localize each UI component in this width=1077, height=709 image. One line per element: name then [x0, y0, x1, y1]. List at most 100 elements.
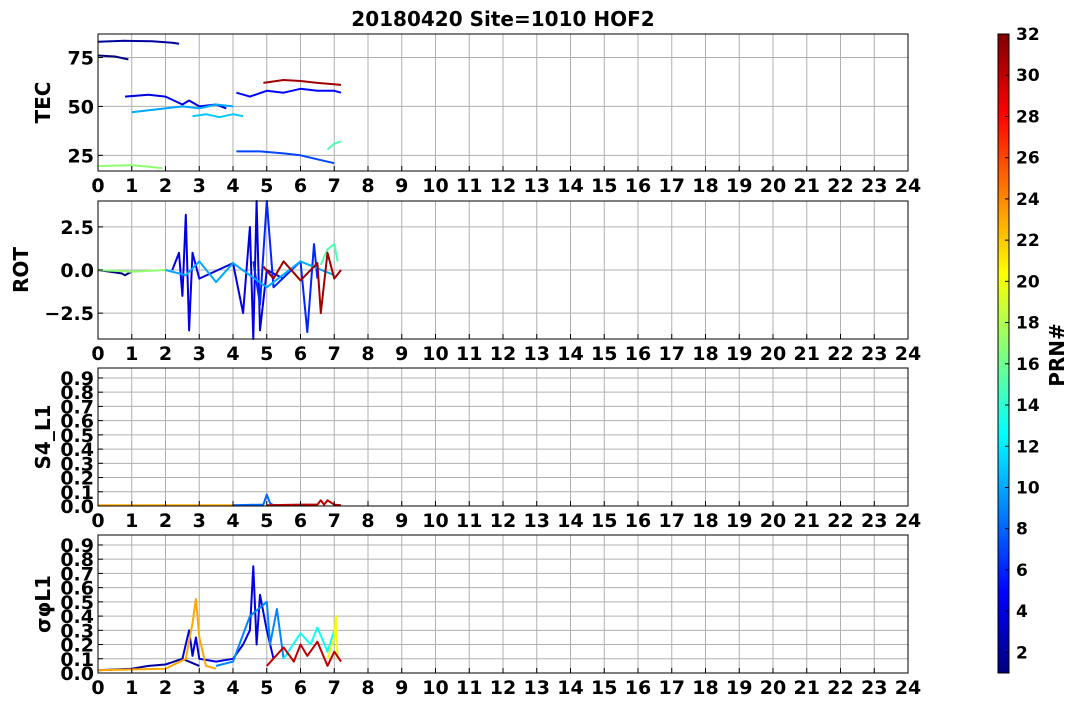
panel-3-x-tick-label: 4: [226, 510, 239, 532]
panel-3-x-tick-label: 9: [395, 510, 408, 532]
panel-4-x-tick-label: 7: [328, 677, 341, 699]
panel-1-y-tick-label: 50: [68, 96, 94, 118]
panel-1-y-tick-label: 75: [68, 47, 94, 69]
panel-4-x-tick-label: 19: [726, 677, 752, 699]
panel-1-x-tick-label: 11: [456, 175, 482, 197]
panel-3-y-tick-label: 0.9: [60, 368, 94, 390]
panel-4-x-tick-label: 15: [591, 677, 617, 699]
panel-1-x-tick-label: 15: [591, 175, 617, 197]
panel-3-x-tick-label: 15: [591, 510, 617, 532]
panel-2-x-tick-label: 18: [692, 343, 718, 365]
panel-2-x-tick-label: 0: [91, 343, 104, 365]
panel-3-x-tick-label: 14: [557, 510, 583, 532]
panel-2-x-tick-label: 3: [193, 343, 206, 365]
panel-2-x-tick-label: 14: [557, 343, 583, 365]
colorbar-tick-label: 28: [1016, 107, 1040, 127]
colorbar-tick-label: 32: [1016, 25, 1040, 45]
panel-1-x-tick-label: 21: [794, 175, 820, 197]
panel-2-y-tick-label: 2.5: [60, 217, 94, 239]
panel-2-x-tick-label: 6: [294, 343, 307, 365]
panel-2-x-tick-label: 7: [328, 343, 341, 365]
panel-4-x-tick-label: 18: [692, 677, 718, 699]
panel-1-y-axis-label: TEC: [31, 82, 55, 124]
panel-4-x-tick-label: 13: [524, 677, 550, 699]
colorbar-tick-label: 12: [1016, 437, 1040, 457]
panel-1-x-tick-label: 14: [557, 175, 583, 197]
panel-2-x-tick-label: 24: [895, 343, 921, 365]
panel-1-x-tick-label: 10: [422, 175, 448, 197]
panel-1-x-tick-label: 1: [125, 175, 138, 197]
panel-4-x-tick-label: 16: [625, 677, 651, 699]
panel-2-x-tick-label: 12: [490, 343, 516, 365]
colorbar-tick-label: 24: [1016, 190, 1040, 210]
panel-1-x-tick-label: 7: [328, 175, 341, 197]
panel-2-x-tick-label: 13: [524, 343, 550, 365]
panel-3-x-tick-label: 11: [456, 510, 482, 532]
panel-3-x-tick-label: 3: [193, 510, 206, 532]
colorbar-tick-label: 14: [1016, 396, 1040, 416]
colorbar-tick-label: 10: [1016, 478, 1040, 498]
colorbar-label: PRN#: [1045, 323, 1069, 387]
panel-2-x-tick-label: 15: [591, 343, 617, 365]
panel-1-x-tick-label: 24: [895, 175, 921, 197]
panel-2-x-tick-label: 5: [260, 343, 273, 365]
panel-3-x-tick-label: 7: [328, 510, 341, 532]
panel-4-x-tick-label: 24: [895, 677, 921, 699]
panel-3-x-tick-label: 23: [861, 510, 887, 532]
panel-1-x-tick-label: 23: [861, 175, 887, 197]
panel-4-x-tick-label: 3: [193, 677, 206, 699]
panel-1-x-tick-label: 5: [260, 175, 273, 197]
panel-2-x-tick-label: 17: [659, 343, 685, 365]
panel-2-x-tick-label: 1: [125, 343, 138, 365]
panel-1-x-tick-label: 19: [726, 175, 752, 197]
panel-1-x-tick-label: 9: [395, 175, 408, 197]
colorbar-tick-label: 30: [1016, 66, 1040, 86]
panel-2-x-tick-label: 9: [395, 343, 408, 365]
panel-3-x-tick-label: 13: [524, 510, 550, 532]
colorbar-tick-label: 16: [1016, 355, 1040, 375]
colorbar-tick-label: 20: [1016, 272, 1040, 292]
panel-4-x-tick-label: 12: [490, 677, 516, 699]
panel-3-x-tick-label: 1: [125, 510, 138, 532]
panel-2-y-tick-label: −2.5: [44, 303, 94, 325]
chart-figure: 20180420 Site=1010 HOF20 1 2 3 4 5 6 7 8 9 10 11 12 1…: [9, 7, 1069, 699]
panel-2-x-tick-label: 20: [760, 343, 786, 365]
panel-2-x-tick-label: 22: [827, 343, 853, 365]
colorbar: [997, 33, 1010, 674]
panel-2-x-tick-label: 2: [159, 343, 172, 365]
panel-3-x-tick-label: 12: [490, 510, 516, 532]
panel-2-x-tick-label: 4: [226, 343, 239, 365]
panel-1-x-tick-label: 6: [294, 175, 307, 197]
panel-3-x-tick-label: 18: [692, 510, 718, 532]
panel-2-x-tick-label: 23: [861, 343, 887, 365]
panel-1-x-tick-label: 12: [490, 175, 516, 197]
panel-4-x-tick-label: 22: [827, 677, 853, 699]
panel-3-x-tick-label: 10: [422, 510, 448, 532]
panel-2-x-tick-label: 16: [625, 343, 651, 365]
panel-4-x-tick-label: 6: [294, 677, 307, 699]
panel-1-x-tick-label: 4: [226, 175, 239, 197]
panel-1-x-tick-label: 22: [827, 175, 853, 197]
panel-2-y-axis-label: ROT: [9, 247, 33, 293]
panel-4-x-tick-label: 11: [456, 677, 482, 699]
chart-title: 20180420 Site=1010 HOF2: [351, 7, 654, 31]
panel-4-y-tick-label: 0.9: [60, 535, 94, 557]
panel-4-x-tick-label: 2: [159, 677, 172, 699]
colorbar-tick-label: 22: [1016, 231, 1040, 251]
panel-1-x-tick-label: 20: [760, 175, 786, 197]
colorbar-tick-label: 6: [1016, 561, 1028, 581]
panel-3-x-tick-label: 2: [159, 510, 172, 532]
panel-3-x-tick-label: 20: [760, 510, 786, 532]
colorbar-tick-label: 2: [1016, 643, 1028, 663]
panel-4-y-axis-label: σφL1: [31, 575, 55, 633]
colorbar-tick-label: 8: [1016, 520, 1028, 540]
panel-4-x-tick-label: 23: [861, 677, 887, 699]
colorbar-tick-label: 18: [1016, 314, 1040, 334]
panel-2-x-tick-label: 21: [794, 343, 820, 365]
panel-4-x-tick-label: 17: [659, 677, 685, 699]
panel-2-x-tick-label: 8: [361, 343, 374, 365]
panel-1-x-tick-label: 8: [361, 175, 374, 197]
panel-1-x-tick-label: 3: [193, 175, 206, 197]
panel-3-x-tick-label: 17: [659, 510, 685, 532]
panel-1-x-tick-label: 13: [524, 175, 550, 197]
